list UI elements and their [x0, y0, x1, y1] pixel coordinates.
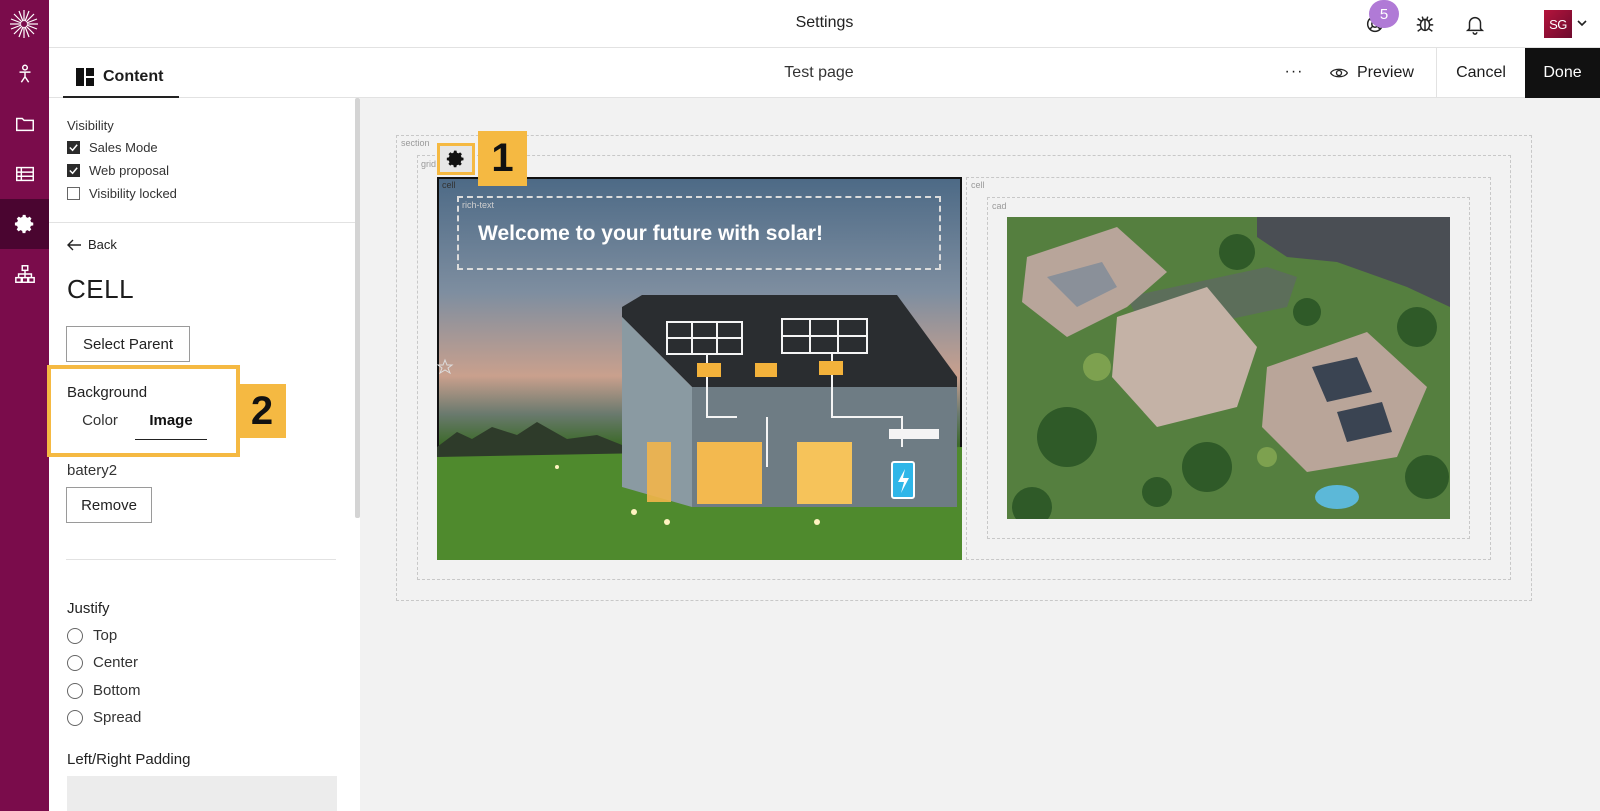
check-icon [69, 144, 78, 152]
preview-label: Preview [1357, 64, 1414, 81]
arrow-left-icon [67, 239, 81, 250]
justify-option-center[interactable]: Center [67, 654, 138, 671]
editor-toolbar: Content Test page ··· Preview Cancel Don… [49, 48, 1600, 98]
justify-option-spread[interactable]: Spread [67, 709, 141, 726]
avatar[interactable]: SG [1544, 10, 1572, 38]
divider [49, 222, 357, 223]
checkbox-checked[interactable] [67, 164, 80, 177]
justify-heading: Justify [67, 600, 110, 617]
more-options-button[interactable]: ··· [1279, 58, 1309, 86]
rail-item-person[interactable] [0, 49, 49, 99]
back-link[interactable]: Back [67, 237, 117, 252]
visibility-option-label: Sales Mode [89, 140, 158, 155]
notification-count-badge[interactable]: 5 [1369, 0, 1399, 28]
done-button[interactable]: Done [1525, 48, 1600, 98]
callout-number: 1 [478, 131, 527, 186]
visibility-heading: Visibility [67, 118, 114, 133]
eye-icon [1329, 68, 1349, 78]
padding-input[interactable] [67, 776, 337, 811]
checkbox-checked[interactable] [67, 141, 80, 154]
justify-option-label: Center [93, 654, 139, 671]
justify-option-label: Spread [93, 709, 142, 726]
visibility-option-web-proposal[interactable]: Web proposal [67, 163, 169, 178]
bell-icon [1465, 16, 1485, 35]
justify-option-label: Top [93, 627, 118, 644]
radio-button[interactable] [67, 654, 83, 671]
person-icon [19, 64, 30, 83]
table-icon [15, 166, 34, 182]
visibility-option-locked[interactable]: Visibility locked [67, 186, 177, 201]
section-label: section [401, 138, 430, 148]
highlight-box-background [47, 365, 240, 457]
rich-text-label: rich-text [462, 200, 495, 210]
brand-logo-icon[interactable] [8, 8, 40, 40]
radio-button[interactable] [67, 682, 83, 699]
rail-item-folder[interactable] [0, 99, 49, 149]
visibility-option-sales-mode[interactable]: Sales Mode [67, 140, 158, 155]
radio-button[interactable] [67, 627, 83, 644]
cancel-button[interactable]: Cancel [1436, 48, 1525, 98]
divider [66, 559, 336, 560]
gear-icon [14, 214, 33, 234]
bug-icon [1416, 16, 1434, 32]
preview-button[interactable]: Preview [1329, 48, 1439, 98]
aerial-houses-image [1007, 217, 1450, 519]
top-bar: Settings 5 SG [49, 0, 1600, 48]
gear-icon [446, 150, 464, 168]
visibility-option-label: Visibility locked [89, 186, 177, 201]
cell-label-right: cell [971, 180, 985, 190]
background-image-name: batery2 [67, 462, 118, 479]
cell-settings-button[interactable] [437, 143, 475, 175]
remove-image-button[interactable]: Remove [66, 487, 152, 523]
grid-label: grid [421, 159, 437, 169]
justify-option-bottom[interactable]: Bottom [67, 682, 141, 699]
callout-number: 2 [238, 384, 286, 438]
folder-icon [15, 117, 34, 132]
hierarchy-icon [14, 265, 35, 283]
app-rail [0, 0, 49, 811]
check-icon [69, 167, 78, 175]
justify-option-label: Bottom [93, 682, 141, 699]
radio-button[interactable] [67, 709, 83, 726]
bug-report-button[interactable] [1412, 11, 1438, 37]
rail-item-table[interactable] [0, 149, 49, 199]
cad-label: cad [992, 201, 1007, 211]
rail-item-hierarchy[interactable] [0, 249, 49, 299]
notifications-button[interactable] [1462, 11, 1488, 37]
justify-option-top[interactable]: Top [67, 627, 117, 644]
visibility-option-label: Web proposal [89, 163, 169, 178]
cell-label-left: cell [442, 180, 456, 190]
element-type-title: CELL [67, 274, 135, 304]
rail-item-settings[interactable] [0, 199, 49, 249]
chevron-down-icon[interactable] [1576, 17, 1588, 29]
hero-heading[interactable]: Welcome to your future with solar! [478, 222, 823, 246]
padding-heading: Left/Right Padding [67, 751, 191, 768]
checkbox-unchecked[interactable] [67, 187, 80, 200]
select-parent-button[interactable]: Select Parent [66, 326, 190, 362]
back-label: Back [88, 237, 117, 252]
